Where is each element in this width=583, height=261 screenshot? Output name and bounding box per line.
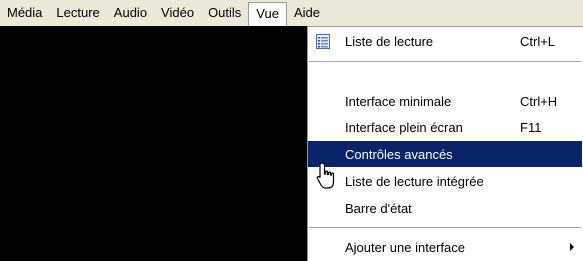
- video-area: [0, 26, 309, 261]
- menu-item-fullscreen-interface[interactable]: Interface plein écran F11: [308, 114, 582, 140]
- menu-item-label: Ajouter une interface: [345, 239, 465, 255]
- menu-video[interactable]: Vidéo: [154, 2, 201, 24]
- menu-item-minimal-interface[interactable]: Interface minimale Ctrl+H: [308, 88, 582, 114]
- menu-item-label: Interface plein écran: [345, 119, 463, 135]
- menu-item-shortcut: Ctrl+H: [520, 93, 558, 109]
- menu-aide[interactable]: Aide: [287, 2, 327, 24]
- menu-lecture[interactable]: Lecture: [49, 2, 106, 24]
- hand-cursor-icon: [316, 162, 335, 189]
- menu-outils[interactable]: Outils: [201, 2, 248, 24]
- menu-bar: Média Lecture Audio Vidéo Outils Vue Aid…: [0, 0, 583, 26]
- menu-item-advanced-controls[interactable]: Contrôles avancés: [308, 141, 582, 167]
- menu-item-label: Contrôles avancés: [345, 146, 453, 162]
- menu-item-label: Liste de lecture: [345, 33, 434, 49]
- menu-item-docked-playlist[interactable]: Liste de lecture intégrée: [308, 168, 582, 194]
- menu-audio[interactable]: Audio: [107, 2, 154, 24]
- menu-item-label: Barre d'état: [345, 200, 412, 216]
- menu-item-shortcut: Ctrl+L: [520, 33, 556, 49]
- menu-vue[interactable]: Vue: [248, 2, 287, 26]
- menu-media[interactable]: Média: [0, 2, 49, 24]
- menu-separator: [309, 61, 581, 63]
- menu-item-label: Interface minimale: [345, 93, 452, 109]
- menu-item-shortcut: F11: [520, 119, 542, 135]
- vue-dropdown-menu: Liste de lecture Ctrl+L Interface minima…: [307, 26, 583, 261]
- menu-item-label: Liste de lecture intégrée: [345, 173, 484, 189]
- menu-item-playlist[interactable]: Liste de lecture Ctrl+L: [308, 28, 582, 54]
- menu-item-add-interface[interactable]: Ajouter une interface: [308, 234, 582, 260]
- menu-separator: [309, 227, 581, 229]
- menu-item-status-bar[interactable]: Barre d'état: [308, 195, 582, 221]
- playlist-icon: [315, 33, 331, 49]
- submenu-arrow-icon: [570, 243, 574, 251]
